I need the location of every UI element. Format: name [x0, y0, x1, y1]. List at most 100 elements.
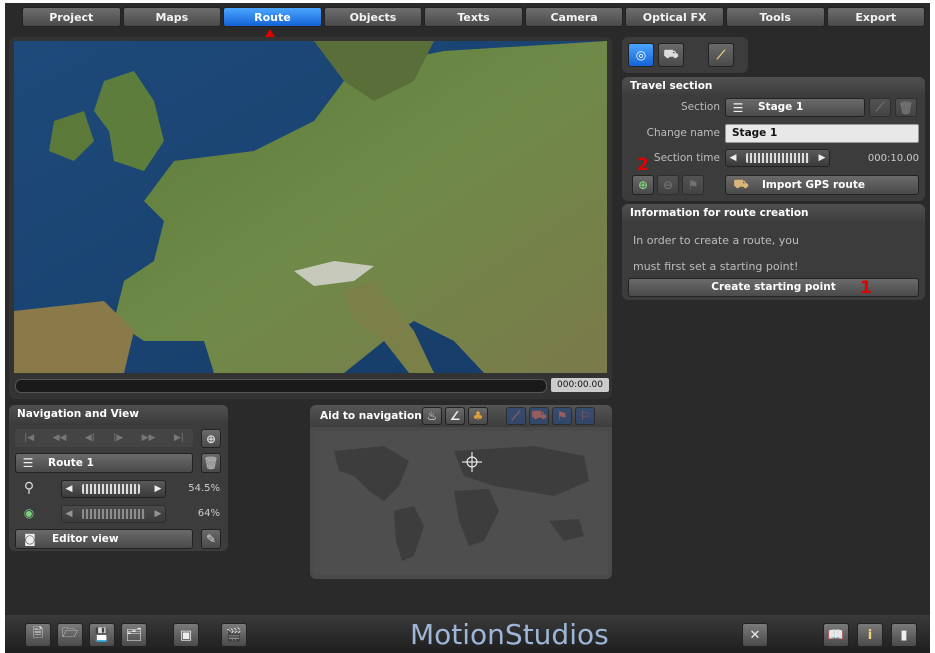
travel-section-panel: Travel section Section ☰ Stage 1 ⟋ 🗑 Cha… [622, 77, 925, 201]
travel-section-title: Travel section [622, 77, 925, 95]
section-time-value: 000:10.00 [867, 153, 919, 164]
tab-camera[interactable]: Camera [524, 7, 624, 27]
manual-button[interactable]: 📖 [823, 623, 849, 647]
tab-project[interactable]: Project [22, 7, 121, 27]
slider-grip[interactable] [746, 153, 810, 163]
info-line-1: In order to create a route, you [633, 234, 799, 247]
arrow-left-icon[interactable]: ◀ [62, 481, 76, 497]
navigation-view-panel: Navigation and View |◀ ◀◀ ◀| |▶ ▶▶ ▶| ⊕ … [9, 405, 228, 551]
step-forward-icon[interactable]: |▶ [113, 433, 123, 443]
camera-icon: ◙ [24, 532, 36, 546]
import-gps-label: Import GPS route [762, 179, 865, 191]
aid-tool-5[interactable]: ⛟ [529, 407, 549, 425]
zoom-icon: ⚲ [23, 480, 35, 496]
render-button[interactable]: 🎬 [221, 623, 247, 647]
section-select[interactable]: ☰ Stage 1 [725, 98, 865, 117]
route-mode-button[interactable]: ◎ [628, 43, 654, 67]
route-line-icon: ⟋ [716, 47, 726, 62]
editor-view-label: Editor view [52, 533, 119, 545]
route-tools-panel: ◎ ⛟ ⟋ [622, 37, 748, 73]
section-route-button[interactable]: ⟋ [869, 98, 891, 117]
change-name-input[interactable]: Stage 1 [725, 124, 919, 143]
create-starting-point-button[interactable]: Create starting point [628, 278, 919, 297]
thermometer-icon: ♨ [426, 409, 438, 423]
import-gps-button[interactable]: ⛟ Import GPS route [725, 175, 919, 195]
route-select[interactable]: ☰ Route 1 [15, 453, 193, 473]
tab-route[interactable]: Route [223, 7, 322, 27]
tools-button[interactable]: ✕ [742, 623, 768, 647]
fast-forward-icon[interactable]: ▶▶ [142, 433, 156, 443]
second-slider[interactable]: ◀ ▶ [61, 505, 166, 523]
aid-tool-7[interactable]: ⚐ [575, 407, 595, 425]
image-icon: ▣ [179, 627, 193, 643]
section-time-slider[interactable]: ◀ ▶ [725, 149, 830, 167]
arrow-left-icon[interactable]: ◀ [62, 506, 76, 522]
new-project-button[interactable]: 🗎 [25, 623, 51, 647]
remove-stage-icon: ⊖ [662, 178, 674, 192]
section-delete-button[interactable]: 🗑 [895, 98, 917, 117]
slider-grip[interactable] [82, 509, 146, 519]
tab-export[interactable]: Export [826, 7, 926, 27]
clapper-icon: 🎬 [225, 627, 243, 643]
info-button[interactable]: i [857, 623, 883, 647]
step-back-icon[interactable]: ◀| [85, 433, 95, 443]
exit-button[interactable]: ▮ [891, 623, 917, 647]
tab-maps[interactable]: Maps [122, 7, 222, 27]
annotation-2: 2 [637, 155, 649, 175]
angle-icon: ∠ [449, 409, 461, 423]
route-line-icon: ⟋ [875, 100, 885, 114]
info-line-2: must first set a starting point! [633, 260, 799, 273]
editor-view-select[interactable]: ◙ Editor view [15, 529, 193, 549]
open-project-button[interactable]: 🗁 [57, 623, 83, 647]
exit-door-icon: ▮ [900, 627, 908, 643]
world-overview-map[interactable] [314, 431, 608, 575]
save-icon: 💾 [93, 627, 111, 643]
stage-options-button[interactable]: ⚑ [682, 175, 704, 195]
save-as-icon: 🗂 [125, 627, 143, 643]
tools-icon: ✕ [749, 627, 761, 643]
aid-tool-2[interactable]: ∠ [445, 407, 465, 425]
tree-icon: ♣ [472, 409, 484, 423]
route-line-button[interactable]: ⟋ [708, 43, 734, 67]
tab-texts[interactable]: Texts [424, 7, 523, 27]
tab-objects[interactable]: Objects [323, 7, 423, 27]
arrow-right-icon[interactable]: ▶ [151, 481, 165, 497]
add-section-button[interactable]: ⊕ [632, 175, 654, 195]
book-icon: 📖 [827, 627, 845, 643]
bottom-toolbar: 🗎 🗁 💾 🗂 ▣ 🎬 MotionStudios ✕ 📖 i ▮ [5, 615, 930, 653]
zoom-slider[interactable]: ◀ ▶ [61, 480, 166, 498]
navigation-view-title: Navigation and View [9, 405, 228, 423]
rewind-icon[interactable]: ◀◀ [53, 433, 67, 443]
arrow-right-icon[interactable]: ▶ [815, 150, 829, 166]
save-project-button[interactable]: 💾 [89, 623, 115, 647]
aid-tool-6[interactable]: ⚑ [552, 407, 572, 425]
timeline-bar[interactable] [15, 379, 547, 393]
timecode-display: 000:00.00 [551, 378, 609, 392]
annotation-1: 1 [860, 278, 872, 298]
route-delete-button[interactable]: 🗑 [201, 453, 221, 473]
preview-button[interactable]: ▣ [173, 623, 199, 647]
tab-optical-fx[interactable]: Optical FX [625, 7, 724, 27]
add-stage-icon: ⊕ [637, 178, 649, 192]
skip-end-icon[interactable]: ▶| [174, 433, 184, 443]
slider-grip[interactable] [82, 484, 140, 494]
aid-tool-3[interactable]: ♣ [468, 407, 488, 425]
folder-icon: 🗁 [61, 626, 79, 641]
route-info-panel: Information for route creation In order … [622, 204, 925, 300]
brand-logo: MotionStudios [410, 618, 609, 651]
arrow-right-icon[interactable]: ▶ [151, 506, 165, 522]
save-as-button[interactable]: 🗂 [121, 623, 147, 647]
arrow-left-icon[interactable]: ◀ [726, 150, 740, 166]
vehicle-route-button[interactable]: ⛟ [658, 43, 684, 67]
marker-icon: ⚐ [579, 409, 591, 423]
new-file-icon: 🗎 [32, 626, 44, 641]
tab-tools[interactable]: Tools [725, 7, 825, 27]
aid-tool-1[interactable]: ♨ [422, 407, 442, 425]
aid-tool-4[interactable]: ⟋ [506, 407, 526, 425]
skip-start-icon[interactable]: |◀ [24, 433, 34, 443]
editor-view-settings-button[interactable]: ✎ [201, 529, 221, 549]
remove-section-button[interactable]: ⊖ [657, 175, 679, 195]
target-button[interactable]: ⊕ [201, 429, 221, 448]
route-line-icon: ⟋ [511, 408, 521, 423]
map-preview[interactable] [14, 41, 607, 373]
